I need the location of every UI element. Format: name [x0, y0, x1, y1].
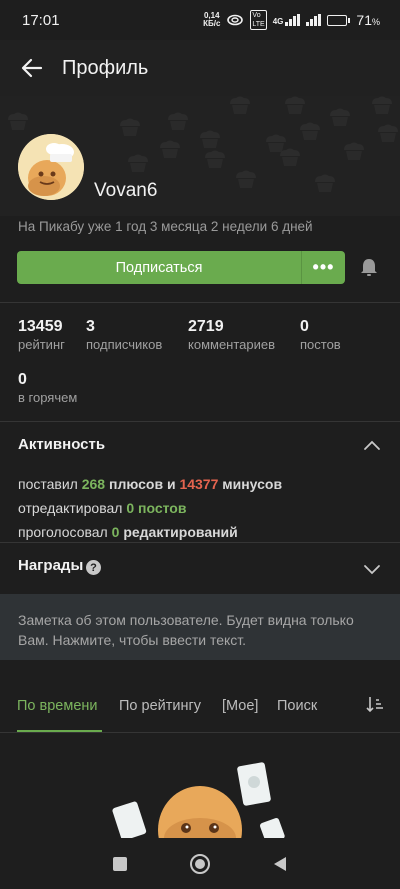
- page-title: Профиль: [62, 56, 149, 79]
- tab-mine[interactable]: [Мое]: [222, 698, 258, 714]
- tab-search[interactable]: Поиск: [277, 698, 317, 714]
- member-since: На Пикабу уже 1 год 3 месяца 2 недели 6 …: [18, 219, 313, 234]
- divider: [0, 732, 400, 733]
- app-header: Профиль: [0, 40, 400, 96]
- user-note[interactable]: Заметка об этом пользователе. Будет видн…: [0, 594, 400, 660]
- activity-edits: отредактировал 0 постов: [18, 500, 187, 516]
- stat-rating: 13459 рейтинг: [18, 318, 65, 352]
- avatar[interactable]: [18, 134, 84, 200]
- bell-icon[interactable]: [358, 256, 380, 278]
- activity-title[interactable]: Активность: [18, 436, 105, 453]
- stat-comments[interactable]: 2719 комментариев: [188, 318, 275, 352]
- hotspot-icon: [227, 14, 244, 26]
- sort-icon[interactable]: [365, 695, 385, 715]
- stat-hot[interactable]: 0 в горячем: [18, 371, 77, 405]
- empty-state-illustration: [112, 762, 285, 840]
- awards-title[interactable]: Награды: [18, 557, 83, 574]
- nav-square-icon[interactable]: [106, 850, 134, 878]
- subscribe-row: Подписаться •••: [17, 251, 345, 284]
- volte-badge: Vo LTE: [250, 10, 267, 30]
- help-icon[interactable]: ?: [86, 560, 101, 575]
- status-time: 17:01: [22, 11, 60, 29]
- nav-back-icon[interactable]: [266, 850, 294, 878]
- nav-home-icon[interactable]: [186, 850, 214, 878]
- tab-by-time[interactable]: По времени: [17, 698, 98, 714]
- chevron-down-icon[interactable]: [362, 559, 382, 579]
- system-nav-bar: [0, 838, 400, 889]
- network-speed: 0,14 КБ/с: [203, 11, 221, 28]
- tab-by-rating[interactable]: По рейтингу: [119, 698, 201, 714]
- divider: [0, 302, 400, 303]
- status-bar: 17:01 0,14 КБ/с Vo LTE 4G 71%: [0, 0, 400, 40]
- stat-posts[interactable]: 0 постов: [300, 318, 341, 352]
- back-arrow-icon[interactable]: [18, 54, 46, 82]
- activity-votes: поставил 268 плюсов и 14377 минусов: [18, 476, 283, 492]
- chevron-up-icon[interactable]: [362, 436, 382, 456]
- signal-bars-icon: [285, 14, 301, 26]
- divider: [0, 421, 400, 422]
- subscribe-button[interactable]: Подписаться: [17, 251, 301, 284]
- more-options-button[interactable]: •••: [301, 251, 345, 284]
- battery-percent: 71%: [356, 12, 380, 28]
- signal-4g: 4G: [273, 14, 301, 26]
- divider: [0, 542, 400, 543]
- tab-bar: По времени По рейтингу [Мое] Поиск: [0, 694, 400, 732]
- stat-subscribers[interactable]: 3 подписчиков: [86, 318, 162, 352]
- status-icons: 0,14 КБ/с Vo LTE 4G 71%: [203, 10, 380, 30]
- avatar-image: [18, 134, 84, 200]
- activity-edit-votes: проголосовал 0 редактирований: [18, 524, 238, 540]
- username: Vovan6: [94, 180, 158, 201]
- signal-bars-2-icon: [306, 14, 322, 26]
- battery-icon: [327, 14, 351, 26]
